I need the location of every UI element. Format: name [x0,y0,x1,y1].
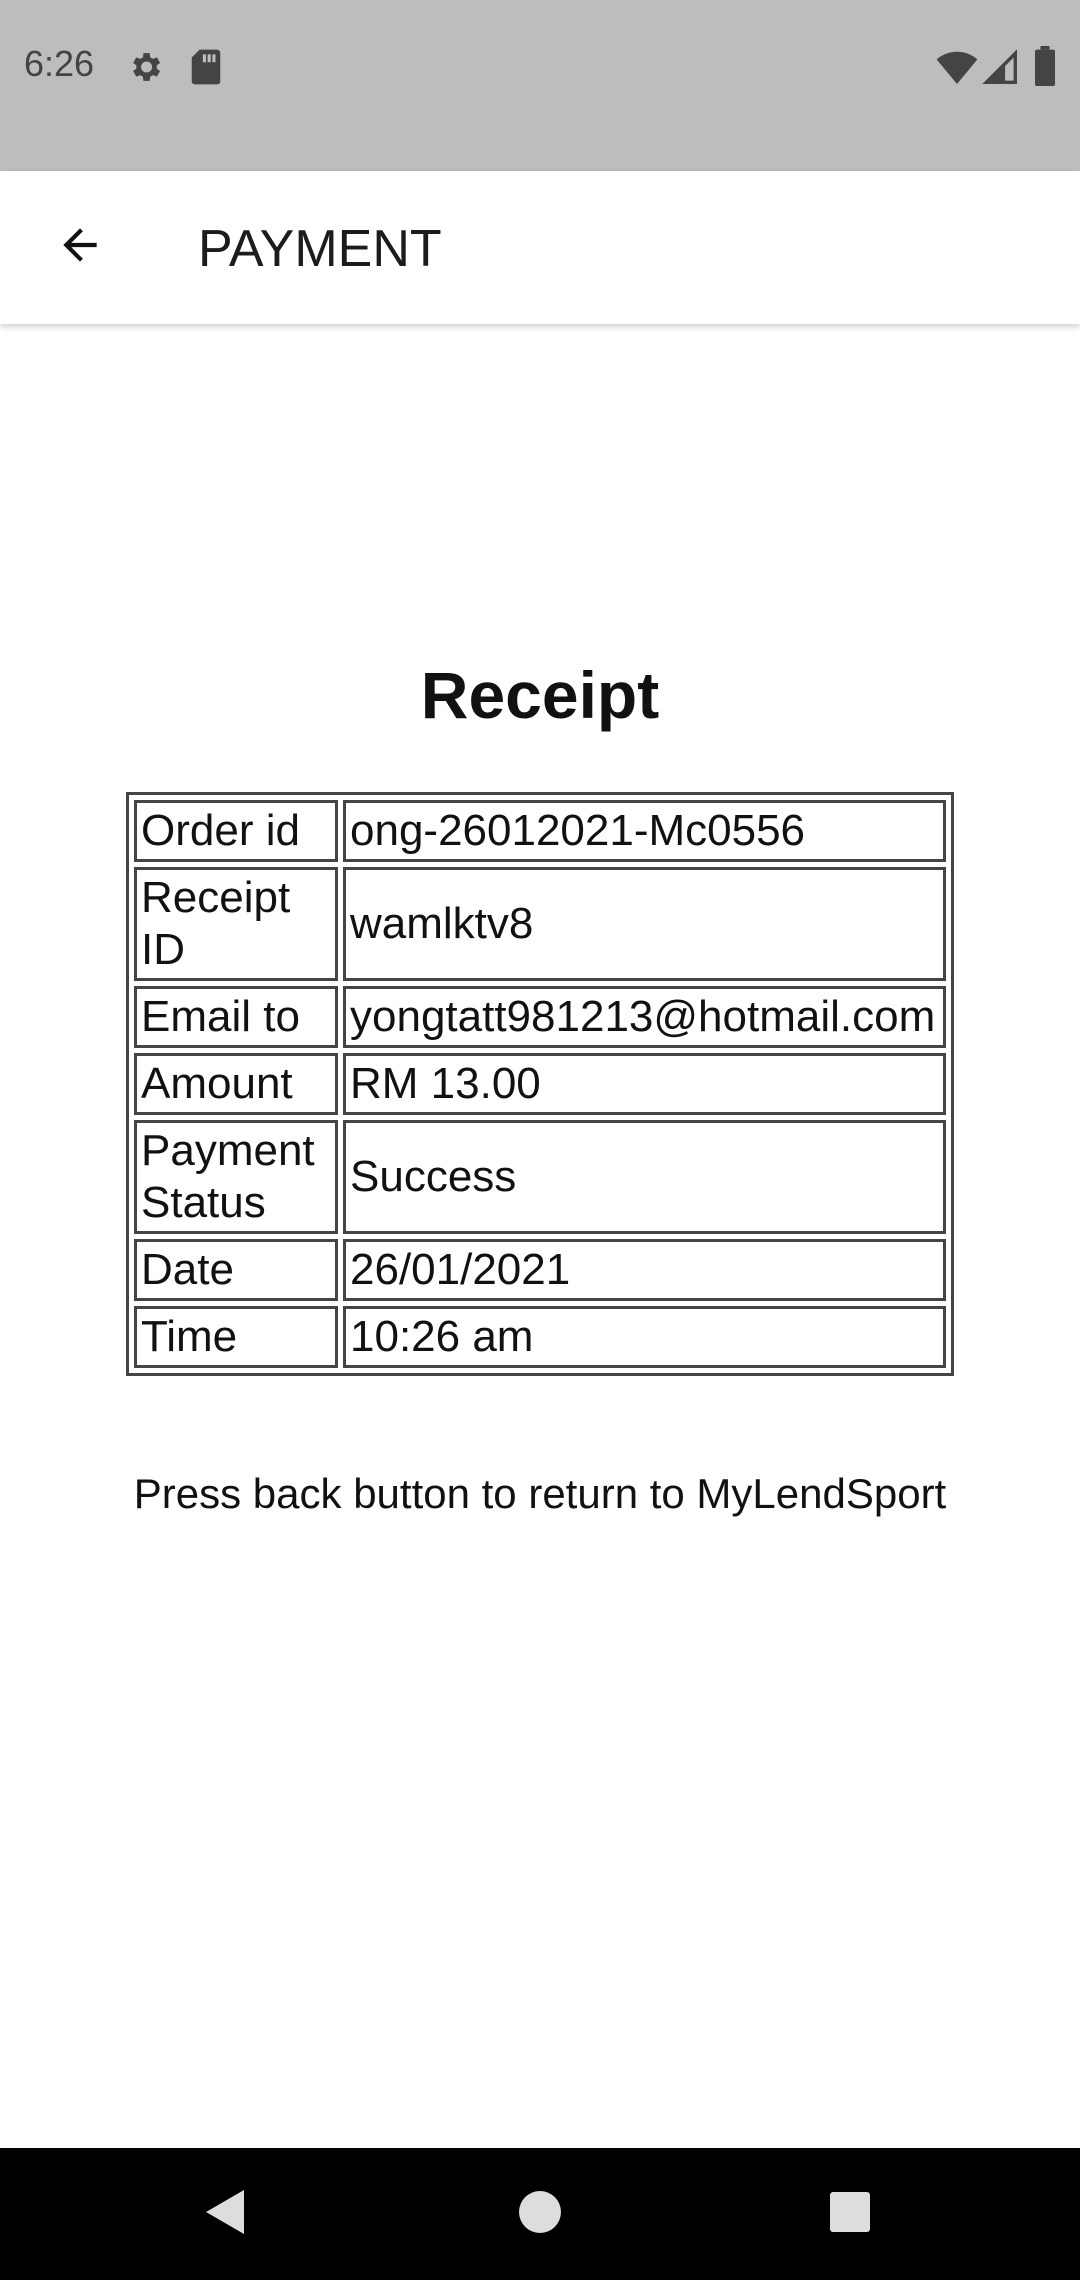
row-value: wamlktv8 [343,867,946,981]
row-value: RM 13.00 [343,1053,946,1115]
nav-recents-button[interactable] [810,2174,890,2254]
page-title: PAYMENT [198,220,442,278]
navigation-bar [0,2148,1080,2280]
row-label: Time [134,1306,338,1368]
row-value: ong-26012021-Mc0556 [343,800,946,862]
nav-recents-icon [829,2191,871,2238]
return-instruction: Press back button to return to MyLendSpo… [133,1470,947,1517]
table-row: Amount RM 13.00 [134,1053,946,1115]
row-label: Amount [134,1053,338,1115]
nav-home-icon [518,2190,562,2239]
table-row: Date 26/01/2021 [134,1239,946,1301]
table-row: Order id ong-26012021-Mc0556 [134,800,946,862]
row-label: Date [134,1239,338,1301]
settings-icon [126,48,164,91]
battery-icon [1034,46,1056,91]
back-button[interactable] [30,197,130,297]
table-row: Email to yongtatt981213@hotmail.com [134,986,946,1048]
nav-back-button[interactable] [186,2174,266,2254]
row-label: Order id [134,800,338,862]
row-label: Email to [134,986,338,1048]
table-row: Receipt ID wamlktv8 [134,867,946,981]
receipt-table: Order id ong-26012021-Mc0556 Receipt ID … [126,792,954,1376]
signal-icon [982,49,1018,89]
nav-home-button[interactable] [500,2174,580,2254]
row-value: 10:26 am [343,1306,946,1368]
row-value: 26/01/2021 [343,1239,946,1301]
row-label: Payment Status [134,1120,338,1234]
row-value: yongtatt981213@hotmail.com [343,986,946,1048]
table-row: Time 10:26 am [134,1306,946,1368]
table-row: Payment Status Success [134,1120,946,1234]
receipt-title: Receipt [420,658,660,732]
status-time: 6:26 [24,43,95,84]
status-bar: 6:26 [0,0,1080,171]
row-value: Success [343,1120,946,1234]
arrow-back-icon [55,220,105,275]
wifi-icon [936,50,978,89]
nav-back-icon [204,2188,248,2241]
sd-card-icon [190,48,222,91]
row-label: Receipt ID [134,867,338,981]
app-bar: PAYMENT [0,171,1080,324]
